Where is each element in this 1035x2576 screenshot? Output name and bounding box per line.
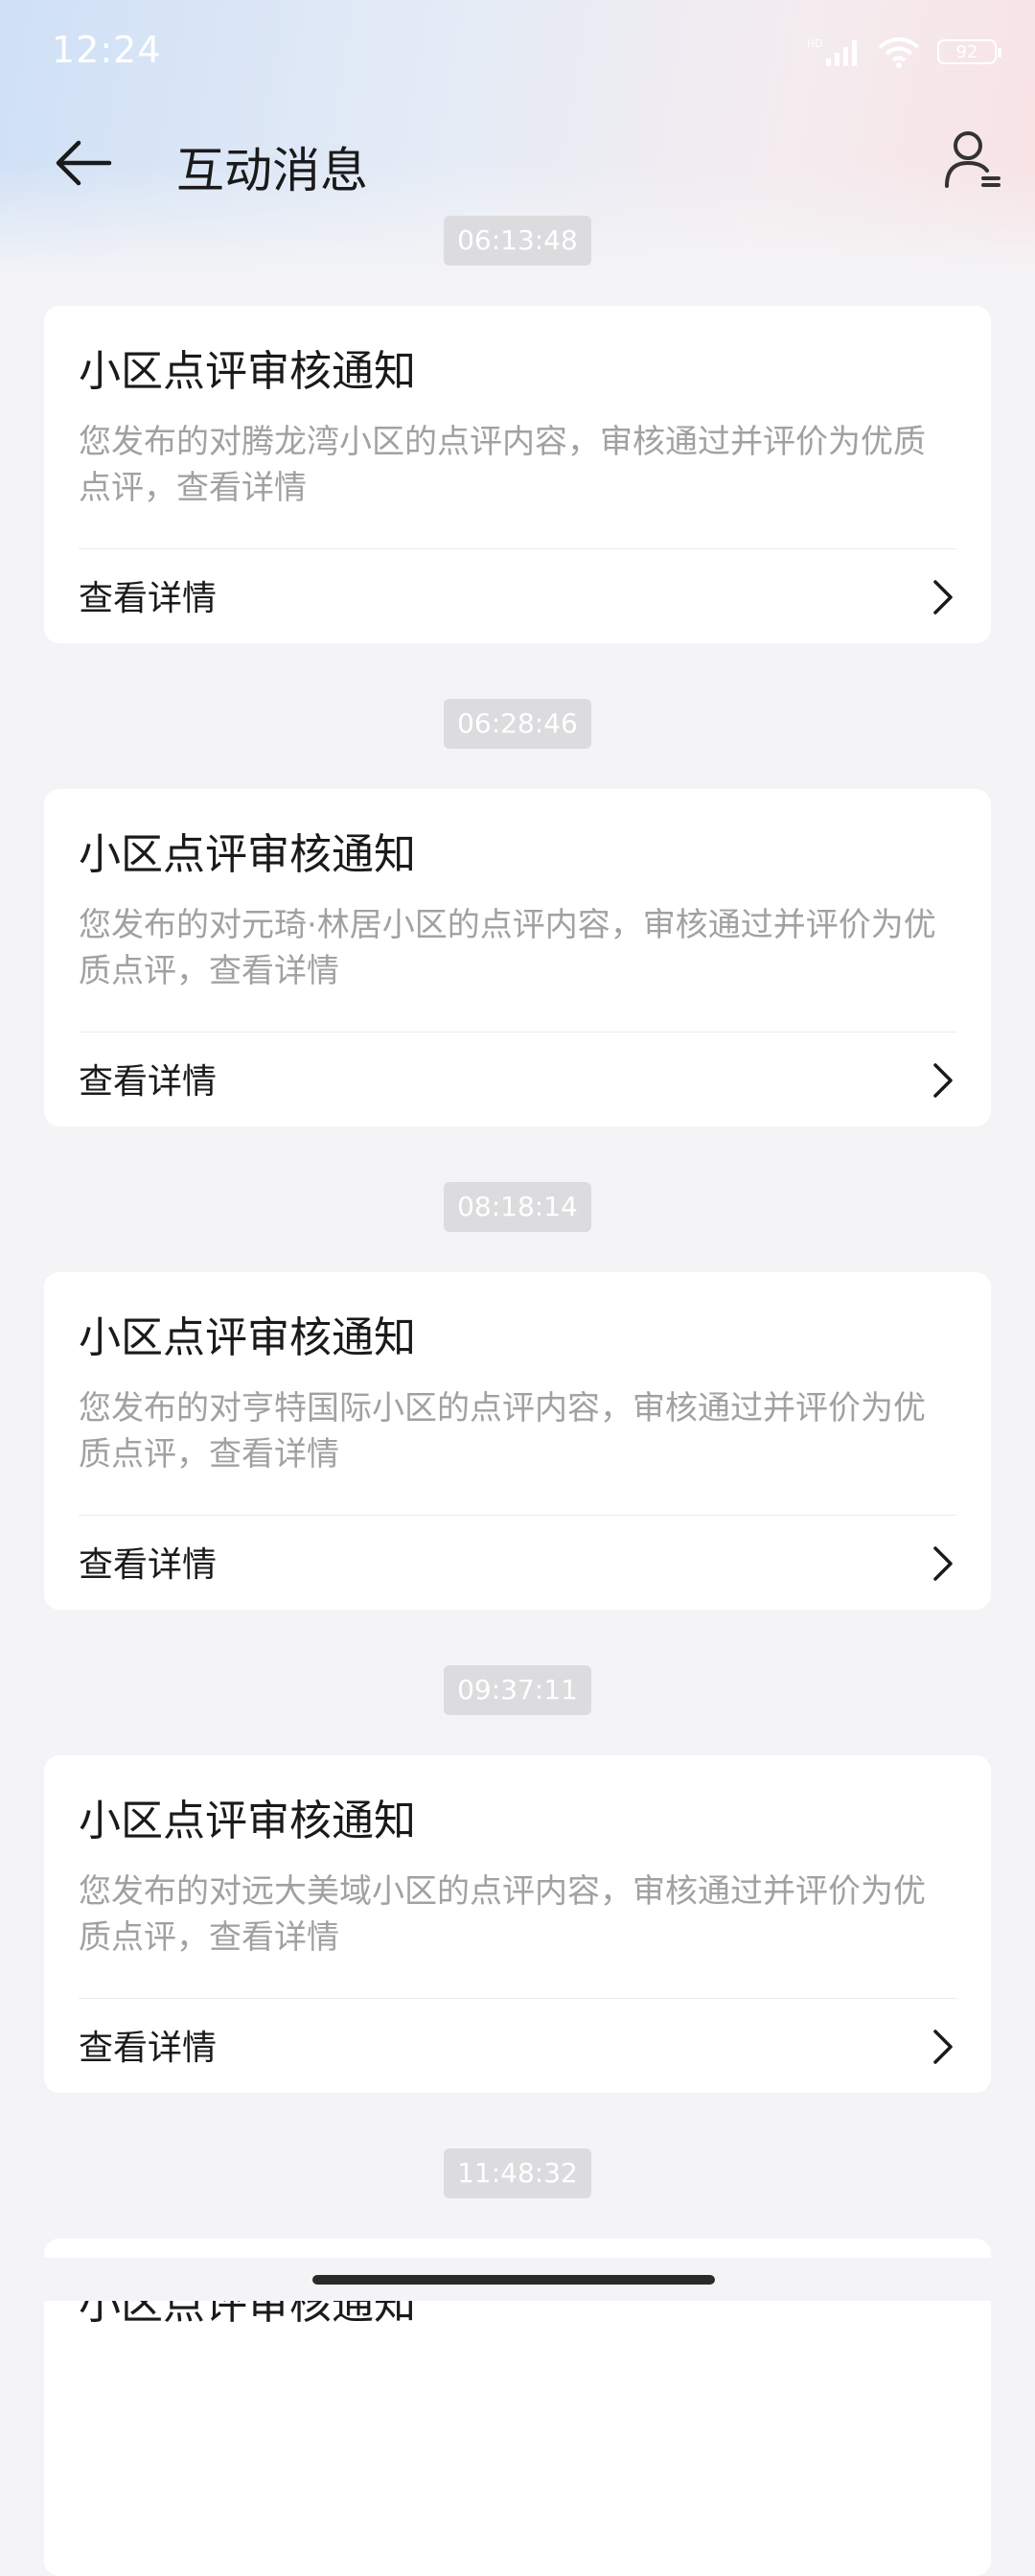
battery-icon: 92 (937, 39, 1001, 64)
chevron-right-icon (933, 580, 953, 615)
message-card[interactable]: 小区点评审核通知 您发布的对元琦·林居小区的点评内容，审核通过并评价为优质点评，… (44, 789, 991, 1126)
top-app-bar: 互动消息 (0, 105, 1035, 220)
message-timestamp: 06:13:48 (444, 216, 591, 266)
view-details-button[interactable]: 查看详情 (44, 1999, 991, 2093)
chevron-right-icon (933, 2030, 953, 2064)
message-body: 您发布的对腾龙湾小区的点评内容，审核通过并评价为优质点评，查看详情 (79, 423, 926, 507)
view-details-button[interactable]: 查看详情 (44, 1516, 991, 1610)
message-body: 您发布的对亨特国际小区的点评内容，审核通过并评价为优质点评，查看详情 (79, 1389, 926, 1474)
user-settings-icon (945, 131, 1000, 188)
view-details-button[interactable]: 查看详情 (44, 1033, 991, 1126)
view-details-label: 查看详情 (79, 1062, 218, 1102)
message-timestamp: 06:28:46 (444, 699, 591, 749)
message-card[interactable]: 小区点评审核通知 您发布的对远大美域小区的点评内容，审核通过并评价为优质点评，查… (44, 1755, 991, 2093)
message-group: 08:18:14 小区点评审核通知 您发布的对亨特国际小区的点评内容，审核通过并… (0, 1182, 1035, 1610)
view-details-label: 查看详情 (79, 1545, 218, 1585)
user-settings-button[interactable] (933, 123, 1010, 199)
message-feed: 06:13:48 小区点评审核通知 您发布的对腾龙湾小区的点评内容，审核通过并评… (0, 216, 1035, 2576)
message-title: 小区点评审核通知 (79, 1313, 416, 1362)
status-icons: HD 92 (807, 33, 1001, 71)
message-group: 06:13:48 小区点评审核通知 您发布的对腾龙湾小区的点评内容，审核通过并评… (0, 216, 1035, 643)
message-title: 小区点评审核通知 (79, 830, 416, 879)
message-body: 您发布的对远大美域小区的点评内容，审核通过并评价为优质点评，查看详情 (79, 1872, 926, 1957)
view-details-label: 查看详情 (79, 579, 218, 618)
hd-signal-icon: HD (807, 37, 857, 66)
back-button[interactable] (48, 125, 125, 201)
chevron-right-icon (933, 1063, 953, 1098)
chevron-right-icon (933, 1546, 953, 1581)
message-timestamp: 09:37:11 (444, 1665, 591, 1715)
wifi-icon (878, 37, 920, 68)
page-title: 互动消息 (176, 143, 368, 198)
message-title: 小区点评审核通知 (79, 347, 416, 396)
message-group: 06:28:46 小区点评审核通知 您发布的对元琦·林居小区的点评内容，审核通过… (0, 699, 1035, 1126)
message-body: 您发布的对元琦·林居小区的点评内容，审核通过并评价为优质点评，查看详情 (79, 906, 936, 990)
svg-text:HD: HD (807, 37, 823, 50)
status-time: 12:24 (52, 29, 162, 71)
message-title: 小区点评审核通知 (79, 1797, 416, 1845)
battery-level: 92 (955, 41, 978, 62)
arrow-left-icon (56, 140, 112, 186)
view-details-label: 查看详情 (79, 2029, 218, 2068)
message-group: 09:37:11 小区点评审核通知 您发布的对远大美域小区的点评内容，审核通过并… (0, 1665, 1035, 2093)
message-card[interactable]: 小区点评审核通知 您发布的对腾龙湾小区的点评内容，审核通过并评价为优质点评，查看… (44, 306, 991, 643)
message-timestamp: 08:18:14 (444, 1182, 591, 1232)
message-timestamp: 11:48:32 (444, 2148, 591, 2198)
message-group: 11:48:32 小区点评审核通知 (0, 2148, 1035, 2576)
view-details-button[interactable]: 查看详情 (44, 549, 991, 643)
home-indicator[interactable] (312, 2275, 715, 2285)
message-card[interactable]: 小区点评审核通知 您发布的对亨特国际小区的点评内容，审核通过并评价为优质点评，查… (44, 1272, 991, 1610)
status-bar: 12:24 HD 92 (0, 0, 1035, 105)
